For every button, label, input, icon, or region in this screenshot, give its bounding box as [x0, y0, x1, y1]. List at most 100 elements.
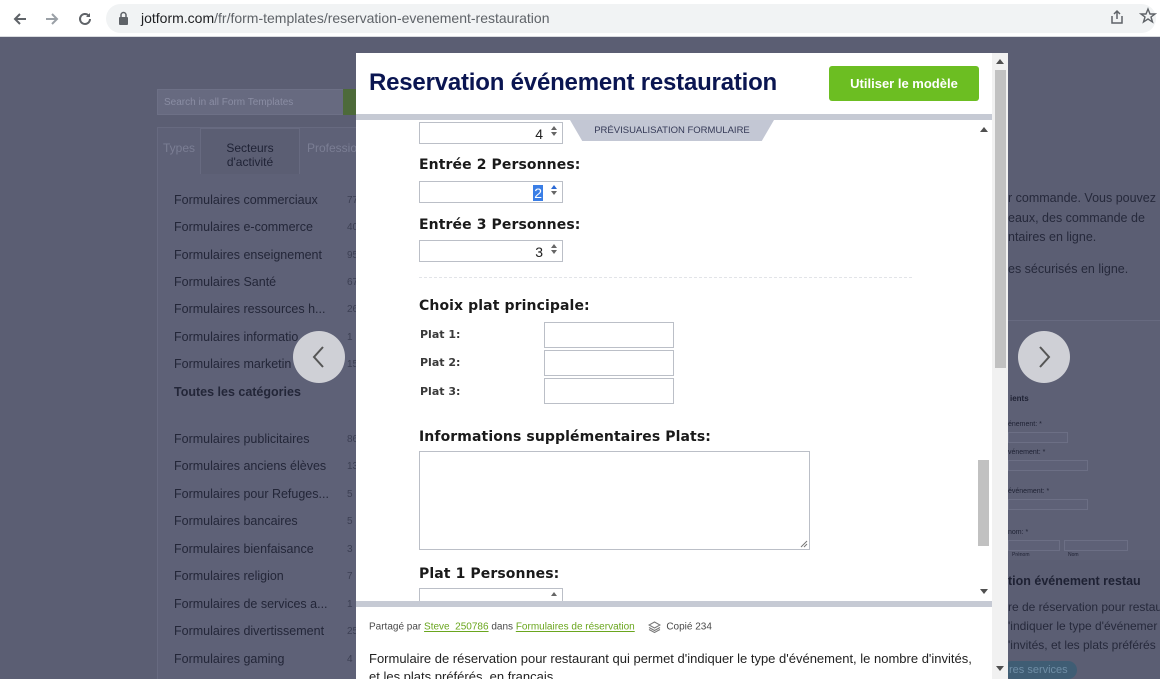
category-item: Formulaires de services a... [174, 597, 328, 611]
in-text: dans [491, 621, 514, 633]
entree2-number-field[interactable]: 2 [419, 181, 563, 203]
category-link[interactable]: Formulaires de réservation [516, 622, 635, 633]
card-label: nom: * [1008, 529, 1029, 536]
entree3-value: 3 [535, 244, 543, 260]
category-item: Formulaires enseignement [174, 248, 322, 262]
category-item: Formulaires ressources h... [174, 302, 326, 316]
chevron-left-icon [312, 346, 324, 368]
template-modal: Reservation événement restauration Utili… [356, 53, 1008, 679]
template-title: tion événement restau [1008, 574, 1141, 588]
section-divider [419, 277, 912, 278]
tab-types: Types [163, 141, 196, 155]
category-item: Formulaires marketin [174, 357, 292, 371]
category-count: 3 [347, 544, 353, 555]
template-search-input: Search in all Form Templates [157, 89, 347, 115]
category-item: Formulaires Santé [174, 275, 277, 289]
card-label: énement: * [1008, 421, 1042, 428]
category-item: Formulaires commerciaux [174, 193, 318, 207]
url-text: jotform.com/fr/form-templates/reservatio… [141, 10, 549, 26]
category-item: Formulaires pour Refuges... [174, 487, 329, 501]
category-item: Formulaires religion [174, 569, 284, 583]
card-sublabel: Nom [1068, 552, 1079, 558]
entree3-number-field[interactable]: 3 [419, 240, 563, 262]
preview-frame-bottom [356, 601, 992, 607]
preview-scroll-thumb[interactable] [978, 460, 989, 546]
card-field [1008, 432, 1068, 443]
number-field-prev[interactable]: 4 [419, 122, 563, 144]
url-domain: jotform.com [141, 10, 215, 26]
template-desc-line: 'invités, et les plats préférés [1008, 638, 1156, 652]
entree2-value: 2 [533, 185, 543, 201]
spinner[interactable] [547, 124, 561, 142]
tab-sectors: Secteurs d'activité [200, 128, 300, 174]
number-field-value: 4 [535, 126, 543, 142]
category-pill: res services [1003, 661, 1077, 679]
chevron-right-icon [1039, 346, 1051, 368]
resize-handle-icon[interactable] [800, 540, 808, 548]
category-count: 5 [347, 516, 353, 527]
scroll-up-icon[interactable] [980, 127, 988, 132]
plat2-label: Plat 2: [420, 356, 461, 369]
card-field [1064, 540, 1128, 551]
template-description-line: eaux, des commande de [1008, 211, 1145, 225]
card-label: événement: * [1008, 488, 1050, 495]
category-item: Formulaires anciens élèves [174, 459, 327, 473]
template-description: Formulaire de réservation pour restauran… [369, 651, 972, 679]
previous-template-button[interactable] [293, 331, 345, 383]
template-description-line: r commande. Vous pouvez [1008, 191, 1156, 205]
shared-by-text: Partagé par [369, 621, 422, 633]
spinner[interactable] [547, 183, 561, 201]
lock-icon [119, 11, 128, 25]
modal-scroll-thumb[interactable] [995, 70, 1006, 368]
form-preview[interactable]: 4 PRÉVISUALISATION FORMULAIRE Entrée 2 P… [356, 120, 992, 601]
category-count: 1 [347, 332, 353, 343]
arrow-left-icon [13, 13, 26, 25]
share-icon[interactable] [1109, 9, 1125, 30]
card-field [1008, 540, 1060, 551]
tab-sectors-line2: d'activité [226, 155, 274, 169]
browser-toolbar: jotform.com/fr/form-templates/reservatio… [0, 0, 1160, 37]
plat1-persons-label: Plat 1 Personnes: [419, 566, 560, 582]
reload-button[interactable] [74, 8, 96, 30]
preview-tab: PRÉVISUALISATION FORMULAIRE [570, 120, 774, 141]
plat1-label: Plat 1: [420, 328, 461, 341]
category-count: 5 [347, 489, 353, 500]
tab-professions: Professio [307, 141, 358, 155]
plat1-input[interactable] [544, 322, 674, 348]
spinner[interactable] [547, 242, 561, 260]
info-textarea[interactable] [419, 451, 810, 550]
template-search-button [343, 89, 357, 115]
category-item: Formulaires gaming [174, 652, 285, 666]
reload-icon [79, 12, 91, 25]
template-meta: Partagé par Steve_250786 dans Formulaire… [369, 621, 712, 633]
main-course-heading: Choix plat principale: [419, 298, 590, 314]
category-item: Formulaires informatio [174, 330, 299, 344]
use-template-button[interactable]: Utiliser le modèle [829, 66, 979, 101]
plat3-input[interactable] [544, 378, 674, 404]
scroll-down-icon[interactable] [980, 589, 988, 594]
back-button[interactable] [9, 8, 31, 30]
address-bar[interactable]: jotform.com/fr/form-templates/reservatio… [106, 4, 1158, 33]
plat2-input[interactable] [544, 350, 674, 376]
star-icon[interactable] [1138, 7, 1158, 30]
category-item: Formulaires divertissement [174, 624, 325, 638]
category-item: Formulaires bancaires [174, 514, 298, 528]
author-link[interactable]: Steve_250786 [424, 622, 489, 633]
card-sublabel: Prénom [1012, 552, 1030, 558]
spinner[interactable] [547, 590, 561, 601]
modal-scroll-down-icon[interactable] [996, 666, 1004, 671]
entree3-label: Entrée 3 Personnes: [419, 217, 581, 233]
tab-sectors-line1: Secteurs [226, 141, 274, 155]
forward-button[interactable] [41, 8, 63, 30]
entree2-label: Entrée 2 Personnes: [419, 157, 581, 173]
next-template-button[interactable] [1018, 331, 1070, 383]
card-field [1008, 499, 1088, 510]
modal-scroll-up-icon[interactable] [996, 59, 1004, 64]
arrow-right-icon [46, 13, 59, 25]
category-count: 1 [347, 599, 353, 610]
template-desc-line: 'indiquer le type d'événemer [1008, 619, 1158, 633]
category-count: 4 [347, 654, 353, 665]
plat1-persons-field[interactable] [419, 588, 563, 601]
url-path: /fr/form-templates/reservation-evenement… [214, 10, 550, 26]
copies-count: Copié 234 [666, 621, 712, 633]
